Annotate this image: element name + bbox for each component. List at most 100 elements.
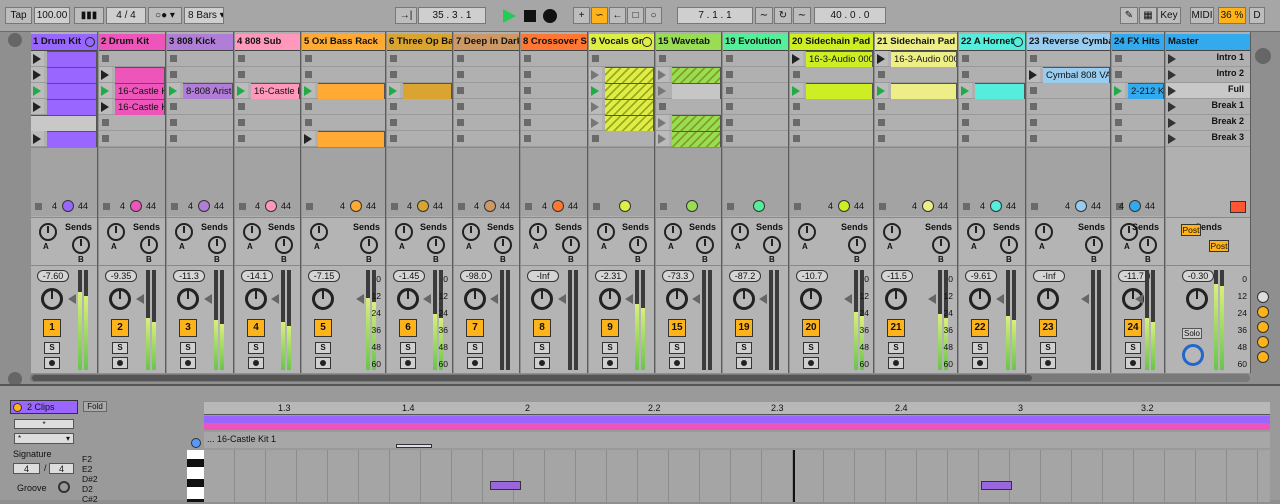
clip-launch-icon[interactable]	[101, 70, 109, 80]
clip-slot[interactable]	[723, 131, 788, 147]
clip[interactable]	[318, 83, 385, 100]
returns-toggle-icon[interactable]	[1257, 321, 1269, 333]
clip[interactable]	[605, 99, 654, 116]
clip-slot[interactable]: 16-3-Audio 0002	[875, 51, 957, 68]
clip[interactable]: 2-212 Ki	[1128, 83, 1164, 100]
solo-button[interactable]: S	[534, 342, 550, 354]
clip[interactable]: Cymbal 808 VA9	[1043, 67, 1110, 84]
track-stop-icon[interactable]	[391, 203, 398, 210]
clip-stop-icon[interactable]	[1115, 135, 1122, 142]
volume-value[interactable]: -11.3	[173, 270, 205, 282]
clip-stop-icon[interactable]	[726, 87, 733, 94]
follow-arrow-icon[interactable]: →|	[395, 7, 417, 24]
solo-button[interactable]: S	[180, 342, 196, 354]
clip[interactable]: 16-Castle Ki	[251, 83, 300, 100]
clip-launch-icon[interactable]	[237, 86, 245, 96]
clip-slot[interactable]	[454, 51, 519, 67]
solo-button[interactable]: S	[400, 342, 416, 354]
arm-button[interactable]	[315, 357, 331, 369]
clip-launch-icon[interactable]	[591, 86, 599, 96]
volume-fader-handle[interactable]	[759, 294, 767, 304]
clip-slot[interactable]	[167, 131, 233, 147]
clip-slot[interactable]	[723, 115, 788, 131]
solo-button[interactable]: S	[736, 342, 752, 354]
punch-in-icon[interactable]: ∼	[755, 7, 773, 24]
monitor-icon[interactable]	[265, 200, 277, 212]
clip-slot[interactable]	[31, 115, 97, 132]
scene-slot[interactable]: Intro 1	[1166, 51, 1250, 67]
loop-length-field[interactable]: 40 . 0 . 0	[814, 7, 886, 24]
draw-mode-icon[interactable]: ✎	[1120, 7, 1138, 24]
clip-stop-icon[interactable]	[524, 119, 531, 126]
clip-stop-icon[interactable]	[102, 135, 109, 142]
track-header[interactable]: 4 808 Sub	[235, 34, 300, 51]
scene-launch-icon[interactable]	[1168, 102, 1176, 112]
clip-slot[interactable]	[31, 51, 97, 68]
track-header[interactable]: 23 Reverse Cymbal	[1027, 34, 1110, 51]
clip-stop-icon[interactable]	[238, 135, 245, 142]
quantization-select[interactable]: 8 Bars ▾	[184, 7, 224, 24]
track-header[interactable]: 1 Drum Kit	[31, 34, 97, 51]
clip-stop-icon[interactable]	[390, 71, 397, 78]
clip-launch-icon[interactable]	[591, 102, 599, 112]
clip-slot[interactable]	[790, 115, 873, 131]
volume-value[interactable]: -Inf	[1033, 270, 1065, 282]
send-b-knob[interactable]	[275, 236, 293, 254]
track-activator-button[interactable]: 19	[735, 319, 753, 337]
clip-slot[interactable]	[235, 99, 300, 115]
clip-launch-icon[interactable]	[658, 86, 666, 96]
clip[interactable]	[31, 115, 97, 132]
send-b-knob[interactable]	[140, 236, 158, 254]
track-stop-icon[interactable]	[306, 203, 313, 210]
volume-value[interactable]: -Inf	[527, 270, 559, 282]
clip-launch-icon[interactable]	[877, 54, 885, 64]
send-b-knob[interactable]	[360, 236, 378, 254]
clip-stop-icon[interactable]	[457, 135, 464, 142]
clip-slot[interactable]	[31, 99, 97, 116]
monitor-icon[interactable]	[417, 200, 429, 212]
clip-stop-icon[interactable]	[726, 55, 733, 62]
clip-launch-icon[interactable]	[101, 86, 109, 96]
clip-stop-icon[interactable]	[793, 135, 800, 142]
sig-den-field[interactable]: 4	[49, 463, 74, 474]
clip-slot[interactable]	[875, 131, 957, 147]
clip-slot[interactable]	[1027, 83, 1110, 99]
track-fold-icon[interactable]	[642, 37, 652, 47]
track-activator-button[interactable]: 21	[887, 319, 905, 337]
clip-slot[interactable]	[959, 115, 1025, 131]
clip-slot[interactable]: 16-Castle Ki	[235, 83, 300, 100]
clip-slot[interactable]	[589, 115, 654, 132]
clip-slot[interactable]: Cymbal 808 VA9	[1027, 67, 1110, 84]
track-header[interactable]: 24 FX Hits	[1112, 34, 1164, 51]
clip-slot[interactable]	[790, 67, 873, 83]
clip-slot[interactable]	[31, 67, 97, 84]
monitor-icon[interactable]	[990, 200, 1002, 212]
send-b-knob[interactable]	[763, 236, 781, 254]
clip-stop-icon[interactable]	[592, 135, 599, 142]
clip-slot[interactable]	[656, 51, 721, 67]
send-a-knob[interactable]	[175, 223, 193, 241]
pan-knob[interactable]	[666, 288, 688, 310]
groove-hot-swap-icon[interactable]	[58, 481, 70, 493]
track-activator-button[interactable]: 9	[601, 319, 619, 337]
clip-slot[interactable]	[1027, 51, 1110, 67]
key-map-button[interactable]: Key	[1157, 7, 1181, 24]
send-b-knob[interactable]	[696, 236, 714, 254]
scene-launch-icon[interactable]	[1168, 86, 1176, 96]
clip-slot[interactable]	[589, 83, 654, 100]
preview-icon[interactable]	[191, 438, 201, 448]
track-stop-icon[interactable]	[103, 203, 110, 210]
clip-slot[interactable]	[959, 67, 1025, 83]
track-activator-button[interactable]: 5	[314, 319, 332, 337]
solo-button[interactable]: S	[467, 342, 483, 354]
clip[interactable]	[605, 67, 654, 84]
volume-fader-handle[interactable]	[1135, 294, 1143, 304]
clip-stop-icon[interactable]	[170, 55, 177, 62]
clip-stop-icon[interactable]	[793, 103, 800, 110]
clip-playing-icon[interactable]	[304, 86, 312, 96]
scene-launch-icon[interactable]	[1168, 70, 1176, 80]
clip-color-field[interactable]: *	[14, 419, 74, 429]
send-b-knob[interactable]	[932, 236, 950, 254]
clip-playing-icon[interactable]	[792, 86, 800, 96]
clip-stop-icon[interactable]	[592, 55, 599, 62]
